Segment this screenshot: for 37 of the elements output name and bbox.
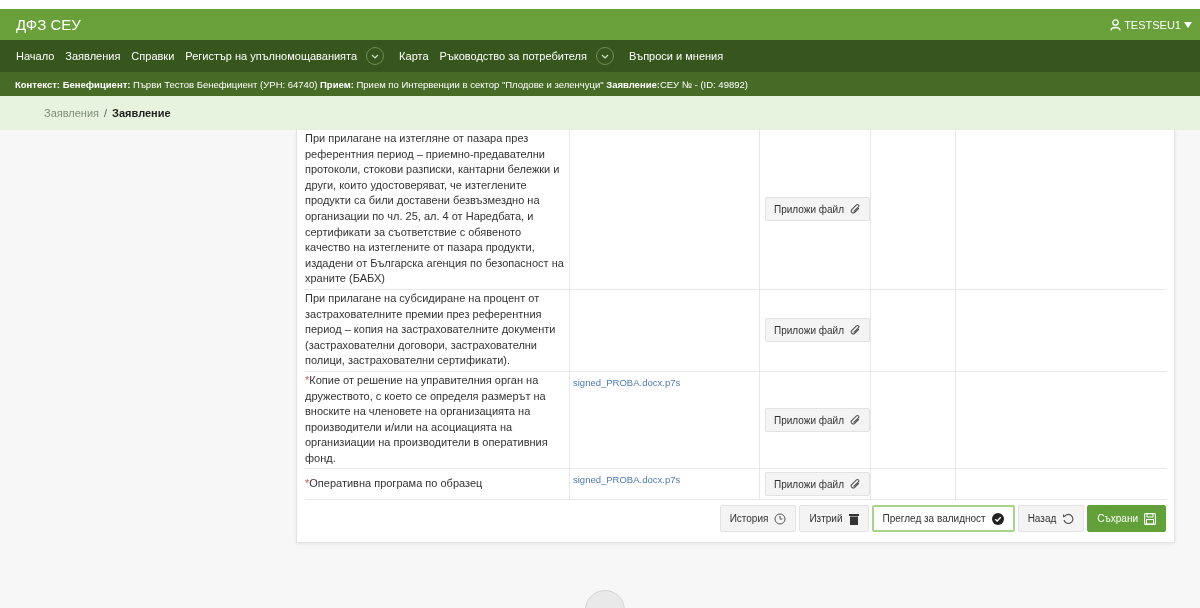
nav-link[interactable]: Ръководство за потребителя	[439, 50, 587, 62]
document-description: *Копие от решение на управителния орган на дружеството, с което се определя размерът на вноските на членовете на организацията на производители и/или на асоциацията на организиации на производители в оперативния фонд.	[305, 373, 548, 464]
document-description: *Оперативна програма по образец	[305, 477, 483, 490]
paperclip-icon	[850, 478, 861, 491]
back-button[interactable]: Назад	[1017, 505, 1085, 533]
app-title: ДФЗ СЕУ	[16, 16, 81, 33]
undo-icon	[1062, 512, 1075, 525]
breadcrumb-link[interactable]: Заявление	[112, 107, 171, 119]
paperclip-icon	[850, 324, 861, 337]
attach-file-button[interactable]: Приложи файл	[765, 318, 870, 343]
trash-icon	[848, 512, 859, 525]
nav-link[interactable]: Заявления	[65, 50, 121, 62]
attach-file-button[interactable]: Приложи файл	[765, 197, 870, 222]
file-link[interactable]: signed_PROBA.docx.p7s	[573, 376, 681, 388]
history-button[interactable]: История	[719, 505, 797, 533]
document-description: При прилагане на субсидиране на процент от застрахователните премии през референтния период – копия на застрахователните документи (застрахователни договори, застрахователни полици, застрахователни сертификати).	[305, 291, 556, 367]
chevron-down-icon	[600, 53, 609, 59]
chevron-down-icon	[371, 53, 380, 59]
nav-link[interactable]: Начало	[16, 50, 55, 62]
breadcrumb-separator: /	[104, 107, 108, 119]
paperclip-icon	[850, 414, 861, 427]
nav-link[interactable]: Карта	[399, 50, 429, 62]
document-description: При прилагане на изтегляне от пазара през референтния период – приемно-предавателни протоколи, стокови разписки, кантарни бележки и други, които удостоверяват, че изтеглените продукти са били доставени безвъзмездно на организации по чл. 25, ал. 4 от Наредбата, и сертификати за съответствие с обявеното качество на изтеглените от пазара продукти, издадени от Българска агенция по безопасност на храните (БАБХ)	[305, 132, 564, 285]
delete-button[interactable]: Изтрий	[799, 505, 869, 533]
attach-file-button[interactable]: Приложи файл	[765, 472, 870, 497]
nav-link[interactable]: Справки	[131, 50, 175, 62]
paperclip-icon	[850, 203, 861, 216]
check-circle-icon	[991, 512, 1004, 525]
file-link[interactable]: signed_PROBA.docx.p7s	[573, 474, 681, 486]
context-info: Контекст: Бенефициент: Първи Тестов Бенефициент (УРН: 64740) Прием: Прием по Интервенции в сектор "Плодове и зеленчуци" Заявление:СЕУ № - (ID: 49892)	[15, 78, 748, 90]
user-icon	[1110, 18, 1122, 31]
nav-link[interactable]: Регистър на упълномощаванията	[185, 50, 358, 62]
attach-file-button[interactable]: Приложи файл	[765, 408, 870, 433]
nav-link[interactable]: Въпроси и мнения	[628, 50, 724, 62]
caret-icon	[1184, 21, 1192, 28]
validate-button[interactable]: Преглед за валидност	[871, 505, 1015, 533]
clock-icon	[774, 512, 787, 525]
